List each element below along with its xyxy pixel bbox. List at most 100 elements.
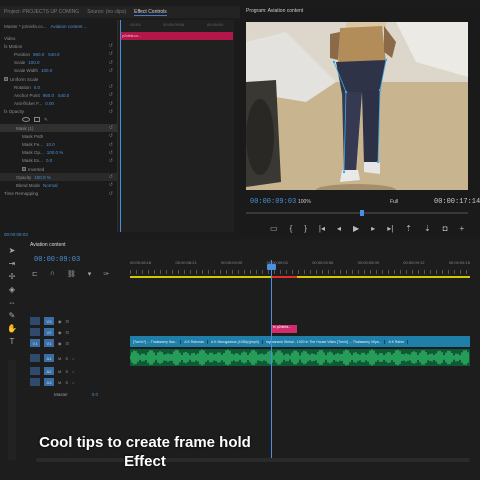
v1-clip[interactable]: A K Murugadoss (1080p)(mp4) [208, 339, 263, 344]
effect-controls-timecode[interactable]: 00:00:09:03 [4, 232, 28, 237]
property-value[interactable]: 100.0 % [47, 150, 64, 155]
checkbox[interactable] [4, 77, 8, 82]
source-patch[interactable] [30, 354, 40, 362]
mic-icon[interactable]: ♪ [72, 356, 74, 361]
extract-icon[interactable]: ⇣ [424, 224, 431, 233]
slip-tool-icon[interactable]: ⇔ [8, 298, 16, 307]
reset-icon[interactable]: ↺ [109, 174, 113, 180]
effect-property-row[interactable]: Anchor Point 960.0 540.0 ↺ [0, 91, 117, 99]
timeline-playhead[interactable] [271, 260, 272, 460]
checkbox[interactable] [22, 167, 26, 172]
lock-icon[interactable]: ⊡ [66, 341, 69, 346]
lift-icon[interactable]: ⇡ [405, 224, 412, 233]
ellipse-mask-icon[interactable] [22, 117, 30, 123]
track-header-v2[interactable]: V2 ◉ ⊡ [30, 327, 130, 337]
effect-property-row[interactable]: Mask Ex... 0.0 ↺ [0, 157, 117, 165]
effect-property-row[interactable]: Time Remapping ↺ [0, 190, 117, 198]
linked-selection-icon[interactable]: ⛓ [67, 270, 76, 278]
property-value-2[interactable]: 540.0 [48, 52, 59, 57]
track-name[interactable]: A3 [44, 378, 54, 386]
pen-mask-icon[interactable]: ✎ [44, 117, 48, 123]
track-header-v1[interactable]: V1 V1 ◉ ⊡ [30, 338, 130, 348]
snap-icon[interactable]: ∩ [50, 270, 55, 278]
reset-icon[interactable]: ↺ [109, 191, 113, 197]
track-select-icon[interactable]: ⇥ [9, 259, 16, 268]
effect-property-row[interactable]: Mask Op... 100.0 % ↺ [0, 149, 117, 157]
track-name[interactable]: A1 [44, 354, 54, 362]
v1-clip[interactable]: mymarsmk Sinhal - 1920 in The House Vide… [263, 339, 386, 344]
track-header-v3[interactable]: V3 ◉ ⊡ [30, 316, 130, 326]
razor-tool-icon[interactable]: ◈ [9, 285, 15, 294]
reset-icon[interactable]: ↺ [109, 133, 113, 139]
effect-property-row[interactable]: Mask Fe... 10.0 ↺ [0, 140, 117, 148]
quality-select[interactable]: Full [390, 199, 398, 205]
timeline-timecode[interactable]: 00:00:09:03 [34, 256, 80, 264]
track-header-a1[interactable]: A1 M S ♪ [30, 353, 130, 363]
track-header-a2[interactable]: A2 M S ♪ [30, 366, 130, 376]
effect-property-row[interactable]: ✎ [0, 116, 117, 124]
property-value[interactable]: 10.0 [46, 142, 55, 147]
mark-in-icon[interactable]: ▭ [270, 224, 278, 233]
reset-icon[interactable]: ↺ [109, 84, 113, 90]
property-value[interactable]: 960.0 [43, 93, 54, 98]
step-forward-icon[interactable]: ▸ [371, 224, 375, 233]
mic-icon[interactable]: ♪ [72, 380, 74, 385]
effect-controls-clip-bar[interactable]: p2niefa.co... [120, 32, 233, 40]
reset-icon[interactable]: ↺ [109, 51, 113, 57]
timeline-tab[interactable]: Aviation content [30, 242, 66, 248]
reset-icon[interactable]: ↺ [109, 109, 113, 115]
source-patch[interactable] [30, 378, 40, 386]
work-area-bar[interactable] [130, 276, 470, 278]
source-patch[interactable] [30, 317, 40, 325]
property-value[interactable]: 100.0 [28, 60, 39, 65]
track-header-a3[interactable]: A3 M S ♪ [30, 377, 130, 387]
timeline-ruler[interactable]: 00:00:08:18 00:00:08:21 00:00:09:00 00:00:0… [130, 260, 470, 270]
hand-tool-icon[interactable]: ✋ [7, 324, 17, 333]
mute-icon[interactable]: M [58, 356, 61, 361]
toggle-output-icon[interactable]: ◉ [58, 330, 62, 335]
track-name[interactable]: A2 [44, 367, 54, 375]
reset-icon[interactable]: ↺ [109, 142, 113, 148]
nest-icon[interactable]: ⊏ [32, 270, 38, 278]
reset-icon[interactable]: ↺ [109, 101, 113, 107]
reset-icon[interactable]: ↺ [109, 125, 113, 131]
effect-property-row[interactable]: Uniform Scale [0, 75, 117, 83]
add-button-icon[interactable]: + [460, 224, 465, 233]
type-tool-icon[interactable]: T [10, 337, 15, 346]
property-value[interactable]: 0.00 [45, 101, 54, 106]
effect-property-row[interactable]: Anti-flicker F... 0.00 ↺ [0, 100, 117, 108]
property-value[interactable]: 0.0 [46, 158, 52, 163]
v1-clip[interactable]: A K Rahman [181, 339, 209, 344]
effect-controls-playhead[interactable] [120, 20, 121, 232]
effect-property-row[interactable]: Blend Mode Normal ↺ [0, 181, 117, 189]
lock-icon[interactable]: ⊡ [66, 330, 69, 335]
export-frame-icon[interactable]: ◘ [443, 224, 448, 233]
reset-icon[interactable]: ↺ [109, 158, 113, 164]
a1-audio-clip[interactable] [130, 349, 470, 366]
add-marker-icon[interactable]: ▾ [88, 270, 92, 278]
solo-icon[interactable]: S [65, 380, 68, 385]
effect-property-row[interactable]: Position 960.0 540.0 ↺ [0, 50, 117, 58]
effect-property-row[interactable]: Rotation 0.0 ↺ [0, 83, 117, 91]
tab-project[interactable]: Project: PROJECTS UP COMING [4, 9, 79, 15]
reset-icon[interactable]: ↺ [109, 60, 113, 66]
reset-icon[interactable]: ↺ [109, 150, 113, 156]
reset-icon[interactable]: ↺ [109, 182, 113, 188]
settings-wrench-icon[interactable]: ✑ [103, 270, 109, 278]
property-value-2[interactable]: 540.0 [58, 93, 69, 98]
reset-icon[interactable]: ↺ [109, 68, 113, 74]
mute-icon[interactable]: M [58, 369, 61, 374]
track-name[interactable]: V1 [44, 339, 54, 347]
scrub-playhead[interactable] [360, 210, 364, 216]
effect-controls-timeline[interactable]: :00:03 00:00:09:04 00:00:09: p2niefa.co.… [117, 20, 234, 232]
program-monitor-tab[interactable]: Program: Aviation content [246, 8, 303, 14]
lock-icon[interactable]: ⊡ [66, 319, 69, 324]
step-forward-end-icon[interactable]: ▸| [387, 224, 393, 233]
effect-property-row[interactable]: Inverted [0, 165, 117, 173]
tab-source[interactable]: Source: (no clips) [87, 9, 126, 15]
source-patch[interactable] [30, 367, 40, 375]
sequence-clip-label[interactable]: Aviation content ... [51, 24, 88, 29]
master-volume[interactable]: 0.0 [92, 392, 98, 397]
property-value[interactable]: 960.0 [33, 52, 44, 57]
mic-icon[interactable]: ♪ [72, 369, 74, 374]
